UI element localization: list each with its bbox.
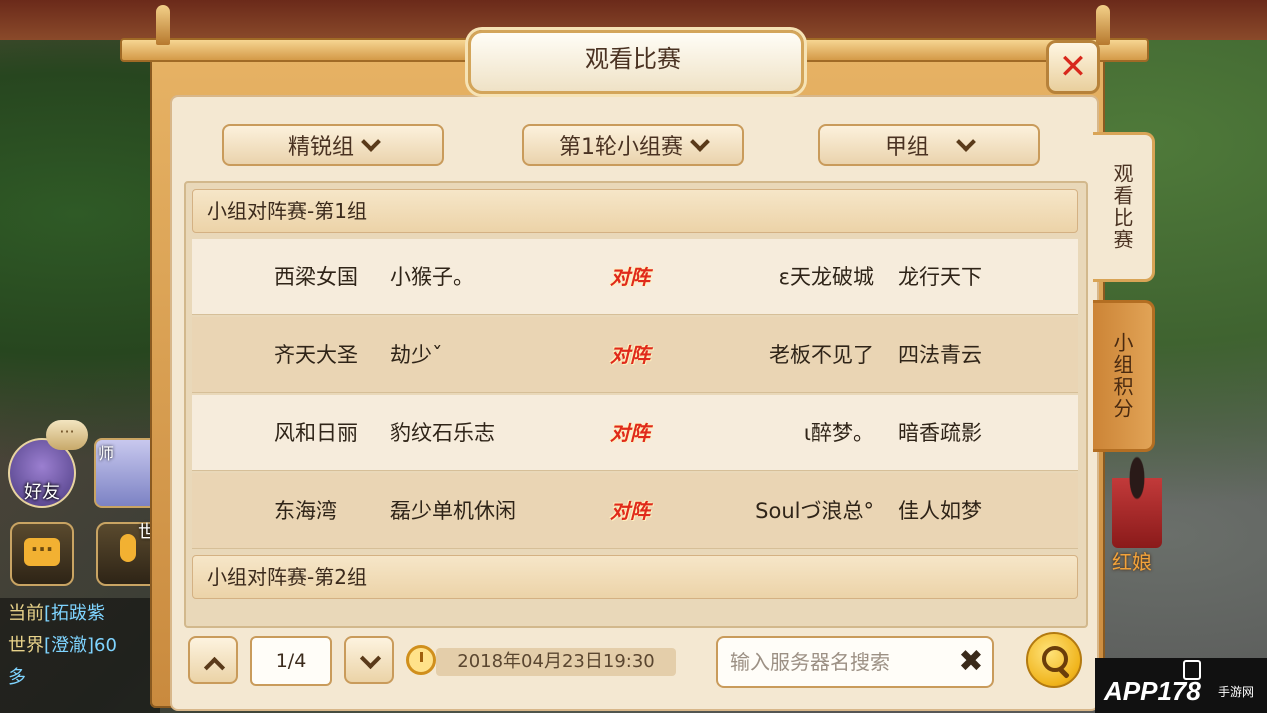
vs-label: 对阵 xyxy=(610,265,650,289)
clear-icon[interactable]: ✖ xyxy=(954,640,988,684)
group-header: 小组对阵赛-第1组 xyxy=(192,189,1078,233)
npc-name: 红娘 xyxy=(1112,550,1152,574)
right-finial xyxy=(1096,5,1110,45)
left-player: 小猴子。 xyxy=(390,265,474,289)
group-header: 小组对阵赛-第2组 xyxy=(192,555,1078,599)
chevron-down-icon xyxy=(359,647,382,670)
page-down-button[interactable] xyxy=(344,636,394,684)
vs-label: 对阵 xyxy=(610,421,650,445)
division-dropdown[interactable]: 精锐组 xyxy=(222,124,444,166)
right-server: 佳人如梦 xyxy=(898,499,982,523)
match-row[interactable]: 风和日丽 豹纹石乐志 对阵 ι醉梦。 暗香疏影 xyxy=(192,395,1078,471)
chat-button[interactable] xyxy=(10,522,74,586)
friends-label: 好友 xyxy=(24,482,60,503)
search-button[interactable] xyxy=(1026,632,1082,688)
round-value: 第1轮小组赛 xyxy=(559,135,683,160)
left-player: 劫少ˇ xyxy=(390,343,443,367)
friend-bubble-icon: ··· xyxy=(46,420,88,450)
chat-text: [澄澈]60 xyxy=(44,635,117,656)
division-value: 精锐组 xyxy=(287,135,354,160)
close-button[interactable]: ✕ xyxy=(1046,40,1100,94)
microphone-icon xyxy=(120,534,136,562)
match-row[interactable]: 东海湾 磊少单机休闲 对阵 Soulづ浪总° 佳人如梦 xyxy=(192,473,1078,549)
vs-label: 对阵 xyxy=(610,499,650,523)
chat-channel-tag: 当前 xyxy=(8,603,44,624)
watermark-sub: 手游网 xyxy=(1218,685,1255,699)
match-row[interactable]: 西梁女国 小猴子。 对阵 ε天龙破城 龙行天下 xyxy=(192,239,1078,315)
round-dropdown[interactable]: 第1轮小组赛 xyxy=(522,124,744,166)
vs-label: 对阵 xyxy=(610,343,650,367)
right-server: 四法青云 xyxy=(898,343,982,367)
window-title: 观看比赛 xyxy=(585,45,681,73)
chat-line: 当前[拓跋紫 xyxy=(8,598,160,630)
right-server: 暗香疏影 xyxy=(898,421,982,445)
master-label: 师 xyxy=(98,444,115,463)
match-datetime: 2018年04月23日19:30 xyxy=(436,648,676,676)
right-player: ι醉梦。 xyxy=(803,421,874,445)
group-dropdown[interactable]: 甲组 xyxy=(818,124,1040,166)
right-player: ε天龙破城 xyxy=(778,265,874,289)
chat-line: 世界[澄澈]60 xyxy=(8,630,160,662)
tab-group-points[interactable]: 小组积分 xyxy=(1093,300,1155,452)
search-placeholder: 输入服务器名搜索 xyxy=(730,650,890,674)
right-player: Soulづ浪总° xyxy=(755,499,874,523)
right-player: 老板不见了 xyxy=(769,343,874,367)
clock-icon xyxy=(406,645,436,675)
match-row[interactable]: 齐天大圣 劫少ˇ 对阵 老板不见了 四法青云 xyxy=(192,317,1078,393)
chat-channel-tag: 世界 xyxy=(8,635,44,656)
group-value: 甲组 xyxy=(884,135,929,160)
left-player: 磊少单机休闲 xyxy=(390,499,516,523)
master-button[interactable]: 师 xyxy=(94,438,158,508)
left-finial xyxy=(156,5,170,45)
chat-line: 多 xyxy=(8,662,160,694)
chevron-up-icon xyxy=(203,656,226,679)
chevron-down-icon xyxy=(956,132,976,152)
left-server: 齐天大圣 xyxy=(274,343,358,367)
search-icon xyxy=(1042,646,1068,672)
right-server: 龙行天下 xyxy=(898,265,982,289)
chevron-down-icon xyxy=(690,132,710,152)
left-server: 西梁女国 xyxy=(274,265,358,289)
left-server: 东海湾 xyxy=(274,499,337,523)
chat-text: [拓跋紫 xyxy=(44,603,106,624)
watermark-brand: APP178 xyxy=(1104,676,1201,706)
page-indicator[interactable]: 1/4 xyxy=(250,636,332,686)
npc-figure[interactable] xyxy=(1112,448,1162,548)
chat-log[interactable]: 当前[拓跋紫 世界[澄澈]60 多 xyxy=(0,598,160,713)
tab-watch-match[interactable]: 观看比赛 xyxy=(1093,132,1155,282)
left-player: 豹纹石乐志 xyxy=(390,421,495,445)
match-list[interactable]: 小组对阵赛-第1组 西梁女国 小猴子。 对阵 ε天龙破城 龙行天下 齐天大圣 劫… xyxy=(184,181,1088,628)
chat-icon xyxy=(24,538,60,566)
left-server: 风和日丽 xyxy=(274,421,358,445)
page-up-button[interactable] xyxy=(188,636,238,684)
chat-text: 多 xyxy=(8,667,26,688)
close-icon: ✕ xyxy=(1058,47,1088,87)
friends-button[interactable]: ··· 好友 xyxy=(8,420,88,508)
search-icon-handle xyxy=(1057,666,1070,679)
chevron-down-icon xyxy=(361,132,381,152)
